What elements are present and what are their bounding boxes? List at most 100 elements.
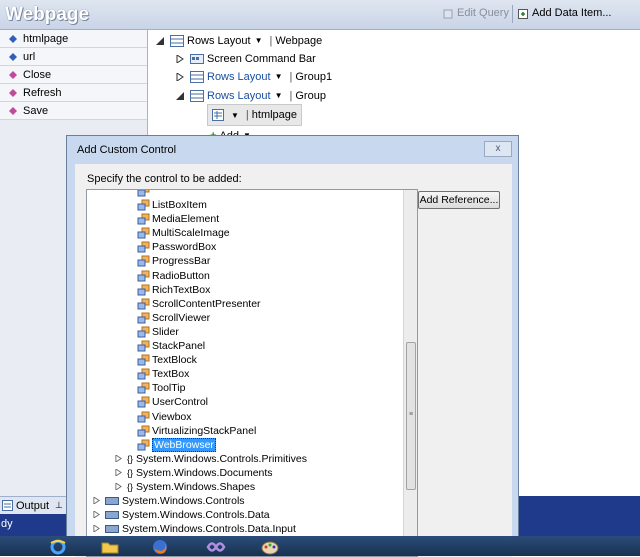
dropdown-arrow-icon[interactable]: ▼ xyxy=(231,111,239,120)
assembly-icon xyxy=(105,496,119,505)
namespace-list-item[interactable]: {} System.Windows.Shapes xyxy=(115,480,255,494)
tree-node-htmlpage[interactable]: ▼ | htmlpage xyxy=(207,104,303,126)
class-list-item[interactable]: MultiScaleImage xyxy=(137,226,230,240)
tree-node-rows-layout-group[interactable]: Rows Layout ▼ | Group xyxy=(176,87,326,104)
close-button[interactable]: x xyxy=(484,141,512,157)
class-list-item[interactable]: WebBrowser xyxy=(137,437,216,452)
class-name: Viewbox xyxy=(152,410,192,423)
rows-layout-icon xyxy=(170,34,184,47)
collapsed-triangle-icon[interactable] xyxy=(176,72,184,81)
class-list-item[interactable]: ScrollContentPresenter xyxy=(137,297,261,311)
assembly-list-item[interactable]: System.Windows.Controls.Data.Input xyxy=(93,522,296,536)
command-label: url xyxy=(23,50,36,63)
tree-node-screen-command-bar[interactable]: Screen Command Bar xyxy=(176,50,316,67)
dialog-body: Specify the control to be added: ListBox… xyxy=(75,164,512,557)
collapsed-triangle-icon[interactable] xyxy=(115,455,122,463)
class-list-item[interactable]: PasswordBox xyxy=(137,240,216,254)
class-list-item[interactable]: ProgressBar xyxy=(137,254,210,268)
class-list-item[interactable]: ToolTip xyxy=(137,381,185,395)
class-icon xyxy=(137,354,150,366)
namespace-list-item[interactable]: {} System.Windows.Controls.Primitives xyxy=(115,452,307,466)
folder-icon[interactable] xyxy=(92,538,128,556)
assembly-name: System.Windows.Controls xyxy=(122,494,245,507)
scrollbar-thumb[interactable]: ≡ xyxy=(406,342,416,490)
class-list-item[interactable]: TextBox xyxy=(137,367,189,381)
screen-title: Webpage xyxy=(5,4,90,25)
add-data-item-button[interactable]: Add Data Item... xyxy=(518,7,611,19)
vertical-scrollbar[interactable]: ≡ xyxy=(403,190,417,556)
namespace-name: System.Windows.Documents xyxy=(136,466,273,479)
class-list-item[interactable]: UserControl xyxy=(137,395,208,409)
collapsed-triangle-icon[interactable] xyxy=(115,469,122,477)
firefox-icon[interactable] xyxy=(142,538,178,556)
layout-label: Rows Layout xyxy=(207,70,271,83)
layout-label: Rows Layout xyxy=(207,89,271,102)
dropdown-arrow-icon[interactable]: ▼ xyxy=(275,72,283,81)
command-item[interactable]: Save xyxy=(0,102,147,120)
dropdown-arrow-icon[interactable]: ▼ xyxy=(255,36,263,45)
edit-icon xyxy=(443,9,453,18)
class-icon xyxy=(137,326,150,338)
tree-node-rows-layout-webpage[interactable]: Rows Layout ▼ | Webpage xyxy=(156,32,322,49)
class-list-item[interactable]: MediaElement xyxy=(137,212,219,226)
content-tree: Rows Layout ▼ | Webpage Screen Command Bar … xyxy=(150,32,640,142)
expanded-triangle-icon[interactable] xyxy=(156,36,164,45)
namespace-list-item[interactable]: {} System.Windows.Documents xyxy=(115,466,273,480)
class-icon xyxy=(137,190,150,197)
assembly-list-item[interactable]: System.Windows.Controls.Data xyxy=(93,508,270,522)
class-list-item[interactable]: VirtualizingStackPanel xyxy=(137,424,256,438)
custom-control-icon xyxy=(212,109,224,121)
collapsed-triangle-icon[interactable] xyxy=(93,525,100,533)
add-data-icon xyxy=(518,8,528,19)
status-text: dy xyxy=(1,518,13,530)
namespace-name: System.Windows.Controls.Primitives xyxy=(136,452,307,465)
assembly-name: System.Windows.Controls.Data.Input xyxy=(122,522,296,535)
command-item[interactable]: url xyxy=(0,48,147,66)
class-list-item[interactable]: Viewbox xyxy=(137,410,192,424)
assembly-list-item[interactable]: System.Windows.Controls xyxy=(93,494,245,508)
class-icon xyxy=(137,241,150,253)
class-list-item[interactable]: ListBoxItem xyxy=(137,198,207,212)
class-list-item[interactable]: RadioButton xyxy=(137,269,210,283)
collapsed-triangle-icon[interactable] xyxy=(176,54,184,63)
class-list-item[interactable]: RichTextBox xyxy=(137,283,210,297)
assembly-icon xyxy=(105,510,119,519)
class-list-item[interactable]: ScrollViewer xyxy=(137,311,210,325)
class-list-item[interactable]: StackPanel xyxy=(137,339,205,353)
ie-icon[interactable] xyxy=(40,538,76,556)
class-name: RadioButton xyxy=(152,269,210,282)
class-name: StackPanel xyxy=(152,340,206,352)
list-item[interactable] xyxy=(137,190,152,198)
class-list-item[interactable]: TextBlock xyxy=(137,353,197,367)
method-icon xyxy=(9,106,17,115)
expanded-triangle-icon[interactable] xyxy=(176,91,184,100)
paint-icon[interactable] xyxy=(252,538,288,556)
command-item[interactable]: Close xyxy=(0,66,147,84)
property-icon xyxy=(9,52,17,61)
dropdown-arrow-icon[interactable]: ▼ xyxy=(275,91,283,100)
class-list-item[interactable]: Slider xyxy=(137,325,179,339)
add-reference-button[interactable]: Add Reference... xyxy=(418,191,500,209)
method-icon xyxy=(9,88,17,97)
command-label: Refresh xyxy=(23,86,62,99)
tree-node-rows-layout-group1[interactable]: Rows Layout ▼ | Group1 xyxy=(176,68,332,85)
control-tree-list[interactable]: ListBoxItem MediaElement MultiScaleImage Pa… xyxy=(86,189,418,557)
collapsed-triangle-icon[interactable] xyxy=(93,511,100,519)
command-item[interactable]: htmlpage xyxy=(0,30,147,48)
command-label: Save xyxy=(23,104,49,117)
output-tab[interactable]: Output ⊥ xyxy=(0,496,66,514)
assembly-name: System.Windows.Controls.Data xyxy=(122,508,270,521)
command-item[interactable]: Refresh xyxy=(0,84,147,102)
edit-query-button[interactable]: Edit Query xyxy=(443,7,509,19)
pin-icon[interactable]: ⊥ xyxy=(55,500,63,511)
visual-studio-icon[interactable] xyxy=(198,538,234,556)
class-name: PasswordBox xyxy=(152,241,217,254)
class-name: WebBrowser xyxy=(152,437,216,452)
class-icon xyxy=(137,382,150,394)
class-icon xyxy=(137,425,150,437)
namespace-name: System.Windows.Shapes xyxy=(136,480,256,493)
class-name: Slider xyxy=(152,325,179,338)
class-icon xyxy=(137,255,150,267)
collapsed-triangle-icon[interactable] xyxy=(115,483,122,491)
collapsed-triangle-icon[interactable] xyxy=(93,497,100,505)
